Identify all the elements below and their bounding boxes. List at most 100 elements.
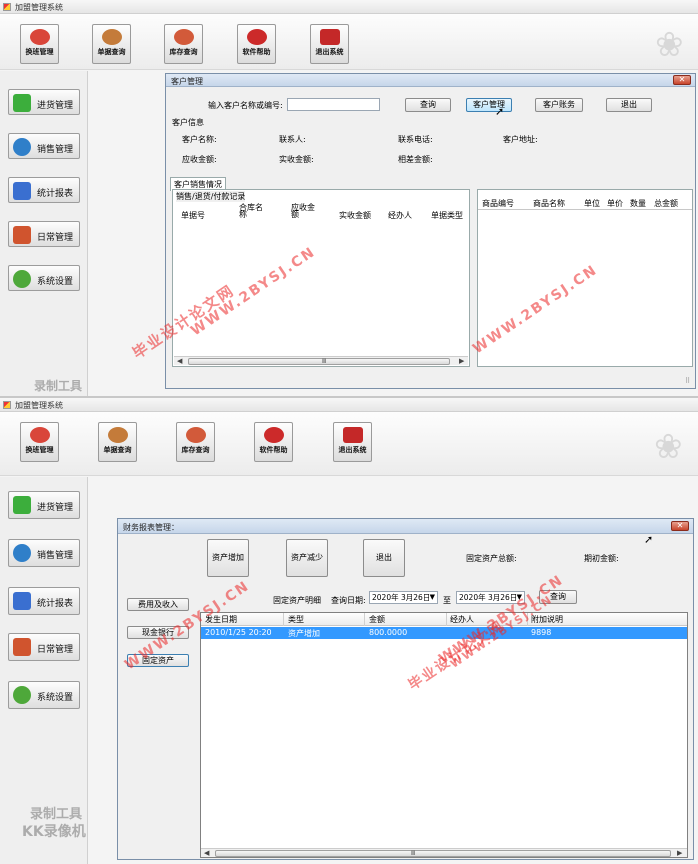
exit-system-button[interactable]: 退出系统 xyxy=(310,24,349,64)
stock-query-button[interactable]: 库存查询 xyxy=(164,24,203,64)
magnifier-icon xyxy=(107,427,128,443)
help-button[interactable]: 软件帮助 xyxy=(254,422,293,462)
column-header[interactable]: 数量 xyxy=(630,198,646,209)
stock-query-button[interactable]: 库存查询 xyxy=(176,422,215,462)
mouse-cursor-icon: ➚ xyxy=(644,533,654,546)
scroll-right-icon[interactable]: ▶ xyxy=(459,357,464,365)
customer-search-input[interactable] xyxy=(287,98,380,111)
resize-grip-icon[interactable]: ⠿ xyxy=(685,377,690,385)
received-label: 实收金额: xyxy=(279,155,314,164)
sidebar-item-sales[interactable]: 销售管理 xyxy=(8,133,80,159)
column-header[interactable]: 经办人 xyxy=(388,210,412,221)
row-amount: 800.0000 xyxy=(369,628,408,637)
row-note: 9898 xyxy=(531,628,552,637)
brush-icon xyxy=(13,226,31,244)
main-toolbar: 换班管理 单据查询 库存查询 软件帮助 退出系统 ❀ xyxy=(0,14,698,70)
sidebar-item-reports[interactable]: 统计报表 xyxy=(8,177,80,203)
coins-icon xyxy=(173,29,194,45)
customer-info-group: 客户信息 xyxy=(172,118,204,127)
column-header[interactable]: 单价 xyxy=(607,198,623,209)
mouse-cursor-icon: ➚ xyxy=(495,105,505,118)
window-titlebar: 客户管理 ✕ xyxy=(166,74,695,87)
app-titlebar: 加盟管理系统 xyxy=(0,398,698,412)
records-group-title: 销售/退货/付款记录 xyxy=(176,191,246,202)
close-icon[interactable]: ✕ xyxy=(671,521,689,531)
column-header[interactable]: 合库名称 xyxy=(239,204,263,219)
exit-button[interactable]: 退出 xyxy=(363,539,405,577)
phone-label: 联系电话: xyxy=(398,135,433,144)
document-query-button[interactable]: 单据查询 xyxy=(92,24,131,64)
help-icon xyxy=(263,427,284,443)
horizontal-scrollbar[interactable]: ◀ Ⅲ ▶ xyxy=(201,848,687,857)
asset-increase-button[interactable]: 资产增加 xyxy=(207,539,249,577)
help-button[interactable]: 软件帮助 xyxy=(237,24,276,64)
shift-management-button[interactable]: 换班管理 xyxy=(20,422,59,462)
column-header[interactable]: 单据类型 xyxy=(431,210,463,221)
bar-chart-icon xyxy=(13,592,31,610)
customer-manage-button[interactable]: 客户管理 xyxy=(466,98,512,112)
header-divider xyxy=(478,209,692,210)
initial-amount-label: 期初金额: xyxy=(584,554,619,563)
column-header[interactable]: 商品名称 xyxy=(533,198,565,209)
sidebar-item-daily[interactable]: 日常管理 xyxy=(8,221,80,247)
customer-name-label: 客户名称: xyxy=(182,135,217,144)
column-divider xyxy=(364,613,365,626)
table-row[interactable]: 2010/1/25 20:20 资产增加 800.0000 9898 xyxy=(201,627,687,639)
plus-icon xyxy=(13,496,31,514)
flower-decoration-icon: ❀ xyxy=(654,427,683,467)
sidebar-item-purchase[interactable]: 进货管理 xyxy=(8,491,80,519)
window-title: 客户管理 xyxy=(171,77,203,86)
shift-management-button[interactable]: 换班管理 xyxy=(20,24,59,64)
power-icon xyxy=(342,427,363,443)
sidebar-item-sales[interactable]: 销售管理 xyxy=(8,539,80,567)
coins-icon xyxy=(185,427,206,443)
gear-icon xyxy=(13,686,31,704)
column-header[interactable]: 经办人 xyxy=(450,614,474,625)
scroll-left-icon[interactable]: ◀ xyxy=(177,357,182,365)
sidebar-item-purchase[interactable]: 进货管理 xyxy=(8,89,80,115)
row-type: 资产增加 xyxy=(288,629,320,638)
scroll-grip: Ⅲ xyxy=(322,358,327,365)
scroll-thumb[interactable] xyxy=(188,358,450,365)
column-header[interactable]: 金额 xyxy=(369,614,385,625)
column-header[interactable]: 总金额 xyxy=(654,198,678,209)
close-icon[interactable]: ✕ xyxy=(673,75,691,85)
column-header[interactable]: 实收金额 xyxy=(339,210,371,221)
column-header[interactable]: 商品编号 xyxy=(482,198,514,209)
customer-account-button[interactable]: 客户账务 xyxy=(535,98,583,112)
column-header[interactable]: 单据号 xyxy=(181,210,205,221)
document-query-button[interactable]: 单据查询 xyxy=(98,422,137,462)
globe-icon xyxy=(13,544,31,562)
sidebar-item-reports[interactable]: 统计报表 xyxy=(8,587,80,615)
app-icon xyxy=(3,3,11,11)
left-sidebar: 进货管理 销售管理 统计报表 日常管理 系统设置 录制工具 KK录像机 xyxy=(0,477,88,864)
help-icon xyxy=(246,29,267,45)
dropdown-icon: ▼ xyxy=(429,593,435,601)
exit-button[interactable]: 退出 xyxy=(606,98,652,112)
scroll-right-icon[interactable]: ▶ xyxy=(677,849,682,857)
date-to-label: 至 xyxy=(443,596,451,605)
customer-management-window: 客户管理 ✕ 输入客户名称或编号: 查询 客户管理 客户账务 退出 ➚ 客户信息… xyxy=(165,73,696,389)
flower-decoration-icon: ❀ xyxy=(655,25,684,65)
sidebar-item-daily[interactable]: 日常管理 xyxy=(8,633,80,661)
column-header[interactable]: 类型 xyxy=(288,614,304,625)
column-header[interactable]: 单位 xyxy=(584,198,600,209)
scroll-thumb[interactable] xyxy=(215,850,671,857)
column-divider xyxy=(283,613,284,626)
date-from-picker[interactable]: 2020年 3月26日 ▼ xyxy=(369,591,438,604)
exit-system-button[interactable]: 退出系统 xyxy=(333,422,372,462)
expense-income-button[interactable]: 费用及收入 xyxy=(127,598,189,611)
horizontal-scrollbar[interactable]: ◀ Ⅲ ▶ xyxy=(174,356,468,365)
people-icon xyxy=(29,29,50,45)
query-button[interactable]: 查询 xyxy=(405,98,451,112)
column-header[interactable]: 应收金额 xyxy=(291,204,315,219)
window-title: 财务报表管理： xyxy=(123,523,179,532)
recorder-watermark: KK录像机 xyxy=(22,824,86,840)
total-assets-label: 固定资产总额: xyxy=(466,554,517,563)
sidebar-item-settings[interactable]: 系统设置 xyxy=(8,265,80,291)
main-toolbar: 换班管理 单据查询 库存查询 软件帮助 退出系统 ❀ xyxy=(0,412,698,476)
scroll-left-icon[interactable]: ◀ xyxy=(204,849,209,857)
column-divider xyxy=(446,613,447,626)
asset-decrease-button[interactable]: 资产减少 xyxy=(286,539,328,577)
sidebar-item-settings[interactable]: 系统设置 xyxy=(8,681,80,709)
